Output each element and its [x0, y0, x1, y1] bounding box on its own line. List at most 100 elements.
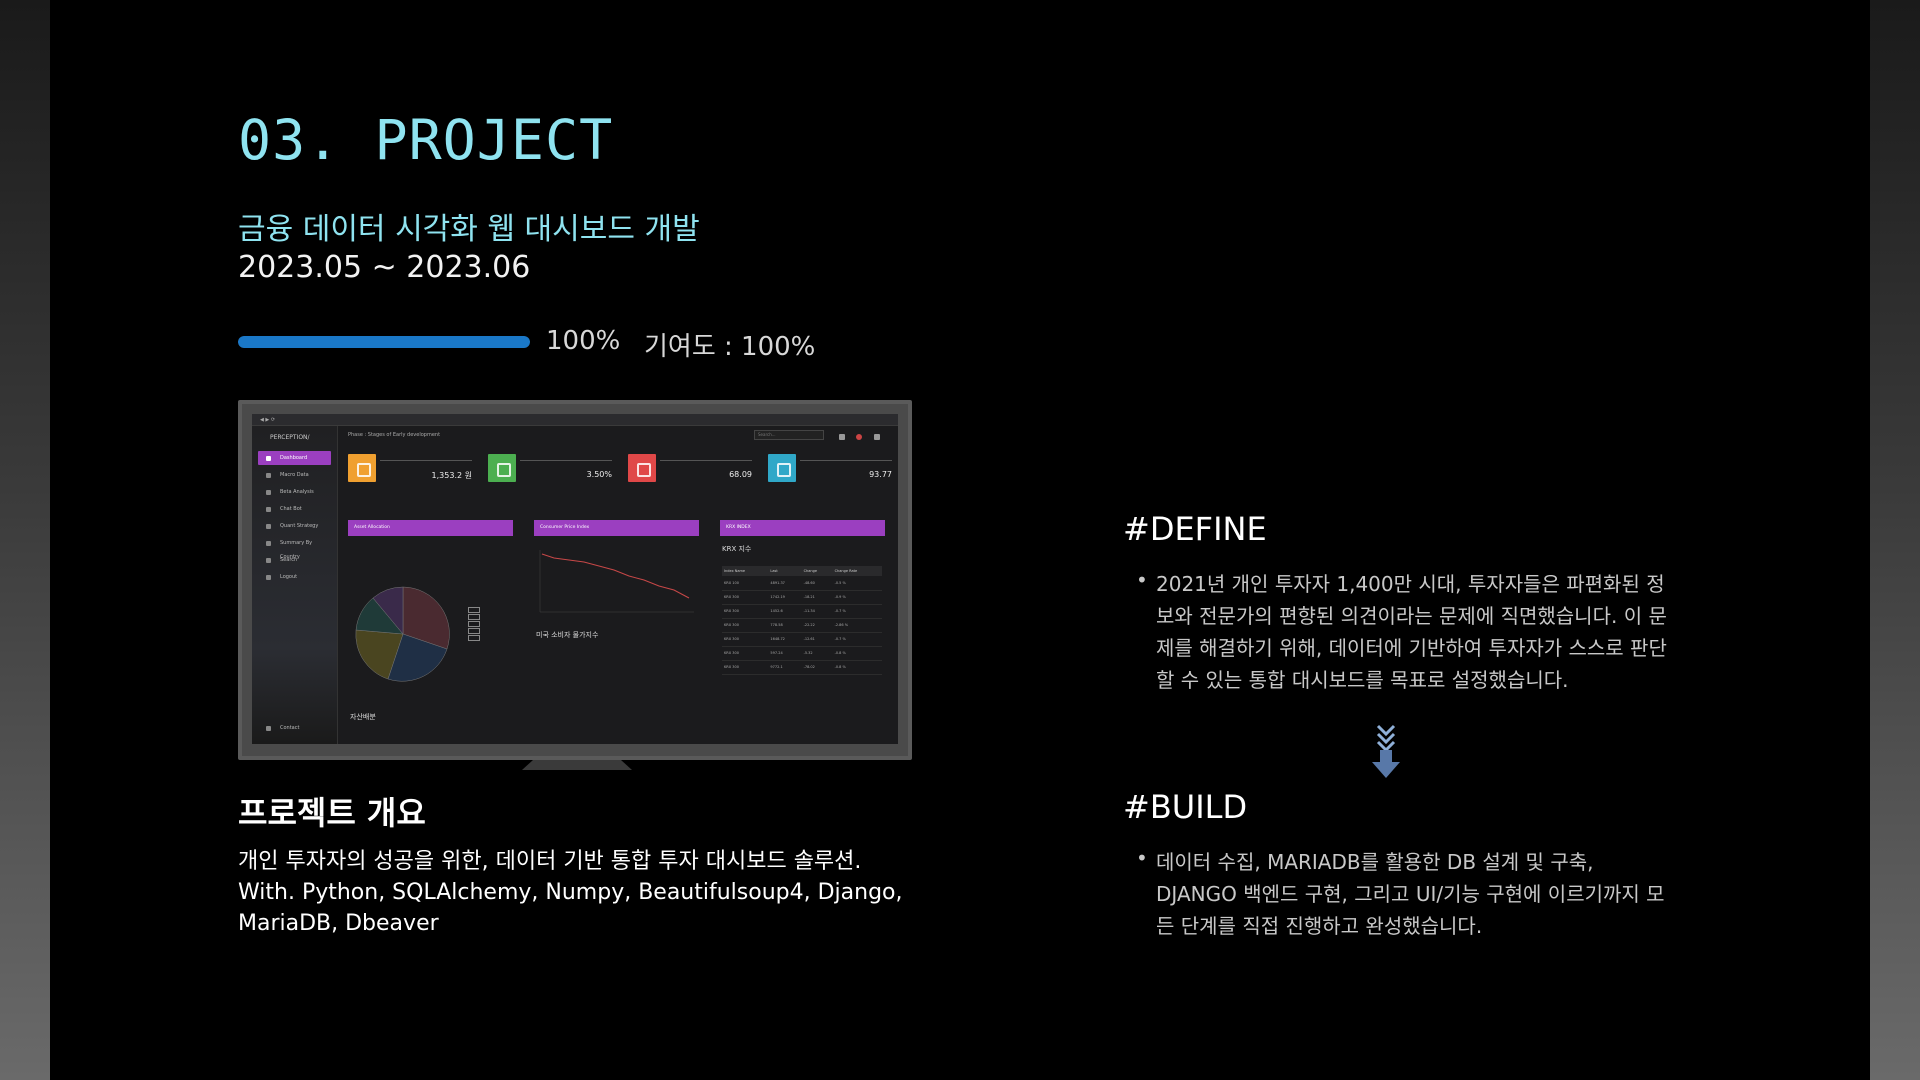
progress-bar-fill — [238, 336, 530, 348]
kpi-card: 1,353.2 원 — [348, 454, 474, 500]
table-cell: KRX 300 — [722, 646, 769, 661]
right-edge-gradient — [1870, 0, 1920, 1080]
kpi-card-value: 68.09 — [729, 470, 752, 479]
bullet-icon: • — [1136, 846, 1148, 870]
krx-column-header: Change — [801, 566, 833, 576]
monitor-screen: ◀ ▶ ⟳ PERCEPTION/ Dashboard Macro Data Bet… — [252, 414, 898, 744]
dashboard-panels: Asset Allocation 자산배분 Consumer Price Ind… — [348, 520, 894, 740]
sidebar-item-dashboard: Dashboard — [258, 451, 331, 465]
table-cell: -0.7 % — [832, 632, 882, 647]
table-cell: KRX 300 — [722, 632, 769, 647]
dashboard-search: Search... — [754, 430, 824, 440]
kpi-card-value: 1,353.2 원 — [431, 471, 472, 480]
sidebar-nav: Dashboard Macro Data Beta Analysis Chat Bot… — [252, 451, 337, 584]
triple-chevron-down-icon — [1372, 724, 1400, 778]
table-cell: -2.86 % — [832, 618, 882, 633]
table-row: KRX 300 1742.19 -18.21 -0.9 % — [722, 590, 882, 605]
left-edge-gradient — [0, 0, 50, 1080]
legend-entry — [468, 613, 480, 620]
dashboard-main: Phase : Stages of Early development Sear… — [344, 426, 894, 744]
table-cell: -78.02 — [801, 660, 833, 675]
table-cell: 4891.37 — [768, 576, 802, 591]
bell-icon — [856, 434, 863, 440]
table-cell: -0.7 % — [832, 604, 882, 619]
overview-line: With. Python, SQLAlchemy, Numpy, Beautif… — [238, 880, 903, 905]
table-cell: -0.8 % — [832, 646, 882, 661]
legend-entry — [468, 606, 480, 613]
sidebar-item-chat-bot: Chat Bot — [258, 502, 331, 516]
table-cell: 9772.1 — [768, 660, 802, 675]
grid-icon — [838, 434, 845, 440]
kpi-card-icon — [768, 454, 796, 482]
table-cell: -18.21 — [801, 590, 833, 605]
dashboard-brand: PERCEPTION/ — [270, 434, 310, 441]
table-cell: 778.58 — [768, 618, 802, 633]
table-row: KRX 300 1452.6 -11.34 -0.7 % — [722, 604, 882, 619]
project-period: 2023.05 ~ 2023.06 — [238, 250, 531, 285]
table-cell: -0.9 % — [832, 590, 882, 605]
dashboard-app: PERCEPTION/ Dashboard Macro Data Beta Anal… — [252, 426, 898, 744]
table-row: KRX 300 778.58 -22.22 -2.86 % — [722, 618, 882, 633]
monitor-stand — [522, 760, 632, 770]
krx-caption: KRX 지수 — [722, 545, 752, 553]
table-row: KRX 100 4891.37 -48.60 -0.5 % — [722, 576, 882, 591]
krx-column-header: Change Rate — [832, 566, 882, 576]
cpi-caption: 미국 소비자 물가지수 — [536, 631, 599, 639]
section-title: 03. PROJECT — [238, 108, 614, 172]
sidebar-item-contact: Contact — [258, 721, 332, 735]
cpi-line-chart — [539, 550, 694, 613]
overview-description: 개인 투자자의 성공을 위한, 데이터 기반 통합 투자 대시보드 솔루션. W… — [238, 846, 918, 939]
asset-allocation-body: 자산배분 — [348, 536, 513, 740]
cpi-header: Consumer Price Index — [534, 520, 699, 536]
build-text: 데이터 수집, MARIADB를 활용한 DB 설계 및 구축, DJANGO … — [1156, 850, 1665, 938]
sidebar-contact: Contact — [252, 718, 338, 738]
kpi-card: 68.09 — [628, 454, 754, 500]
progress-bar — [238, 336, 530, 348]
legend-entry — [468, 620, 480, 627]
cpi-series-line — [541, 553, 690, 599]
table-cell: -0.5 % — [832, 576, 882, 591]
user-icon — [874, 434, 880, 440]
table-cell: -12.61 — [801, 632, 833, 647]
asset-allocation-caption: 자산배분 — [350, 713, 376, 721]
dashboard-topbar: Phase : Stages of Early development Sear… — [344, 426, 894, 444]
table-cell: 1452.6 — [768, 604, 802, 619]
table-cell: -22.22 — [801, 618, 833, 633]
topbar-icons — [829, 430, 880, 448]
table-row: KRX 300 597.24 -5.32 -0.8 % — [722, 646, 882, 661]
contribution-label: 기여도 : 100% — [644, 332, 816, 362]
krx-column-header: Index Name — [722, 566, 769, 576]
pie-legend — [468, 606, 480, 641]
table-cell: KRX 300 — [722, 660, 769, 675]
table-cell: -0.8 % — [832, 660, 882, 675]
progress-value: 100% — [546, 326, 621, 356]
legend-entry — [468, 634, 480, 641]
kpi-card-icon — [488, 454, 516, 482]
browser-bar: ◀ ▶ ⟳ — [252, 414, 898, 426]
table-cell: KRX 300 — [722, 590, 769, 605]
overview-title: 프로젝트 개요 — [238, 794, 426, 832]
overview-line: MariaDB, Dbeaver — [238, 911, 439, 936]
kpi-card-value: 93.77 — [869, 470, 892, 479]
overview-line: 개인 투자자의 성공을 위한, 데이터 기반 통합 투자 대시보드 솔루션. — [238, 849, 862, 874]
phase-label: Phase : Stages of Early development — [348, 432, 441, 438]
table-row: KRX 300 9772.1 -78.02 -0.8 % — [722, 660, 882, 675]
krx-header: KRX INDEX — [720, 520, 885, 536]
sidebar-item-beta-analysis: Beta Analysis — [258, 485, 331, 499]
dashboard-screenshot: ◀ ▶ ⟳ PERCEPTION/ Dashboard Macro Data Bet… — [238, 400, 912, 760]
sidebar-item-logout: Logout — [258, 570, 331, 584]
kpi-cards: 1,353.2 원 3.50% 68.09 93.77 — [348, 454, 892, 500]
legend-entry — [468, 627, 480, 634]
table-cell: -48.60 — [801, 576, 833, 591]
table-cell: KRX 300 — [722, 604, 769, 619]
bullet-icon: • — [1136, 568, 1148, 592]
cpi-body: 미국 소비자 물가지수 — [534, 536, 699, 740]
table-cell: 597.24 — [768, 646, 802, 661]
table-row: KRX 300 1648.72 -12.61 -0.7 % — [722, 632, 882, 647]
build-title: #BUILD — [1123, 788, 1248, 826]
sidebar-item-quant-strategy: Quant Strategy — [258, 519, 331, 533]
asset-allocation-panel: Asset Allocation 자산배분 — [348, 520, 513, 740]
slide: 03. PROJECT 금융 데이터 시각화 웹 대시보드 개발 2023.05… — [50, 0, 1870, 1080]
sidebar-item-macro-data: Macro Data — [258, 468, 331, 482]
kpi-card-value: 3.50% — [586, 470, 612, 479]
